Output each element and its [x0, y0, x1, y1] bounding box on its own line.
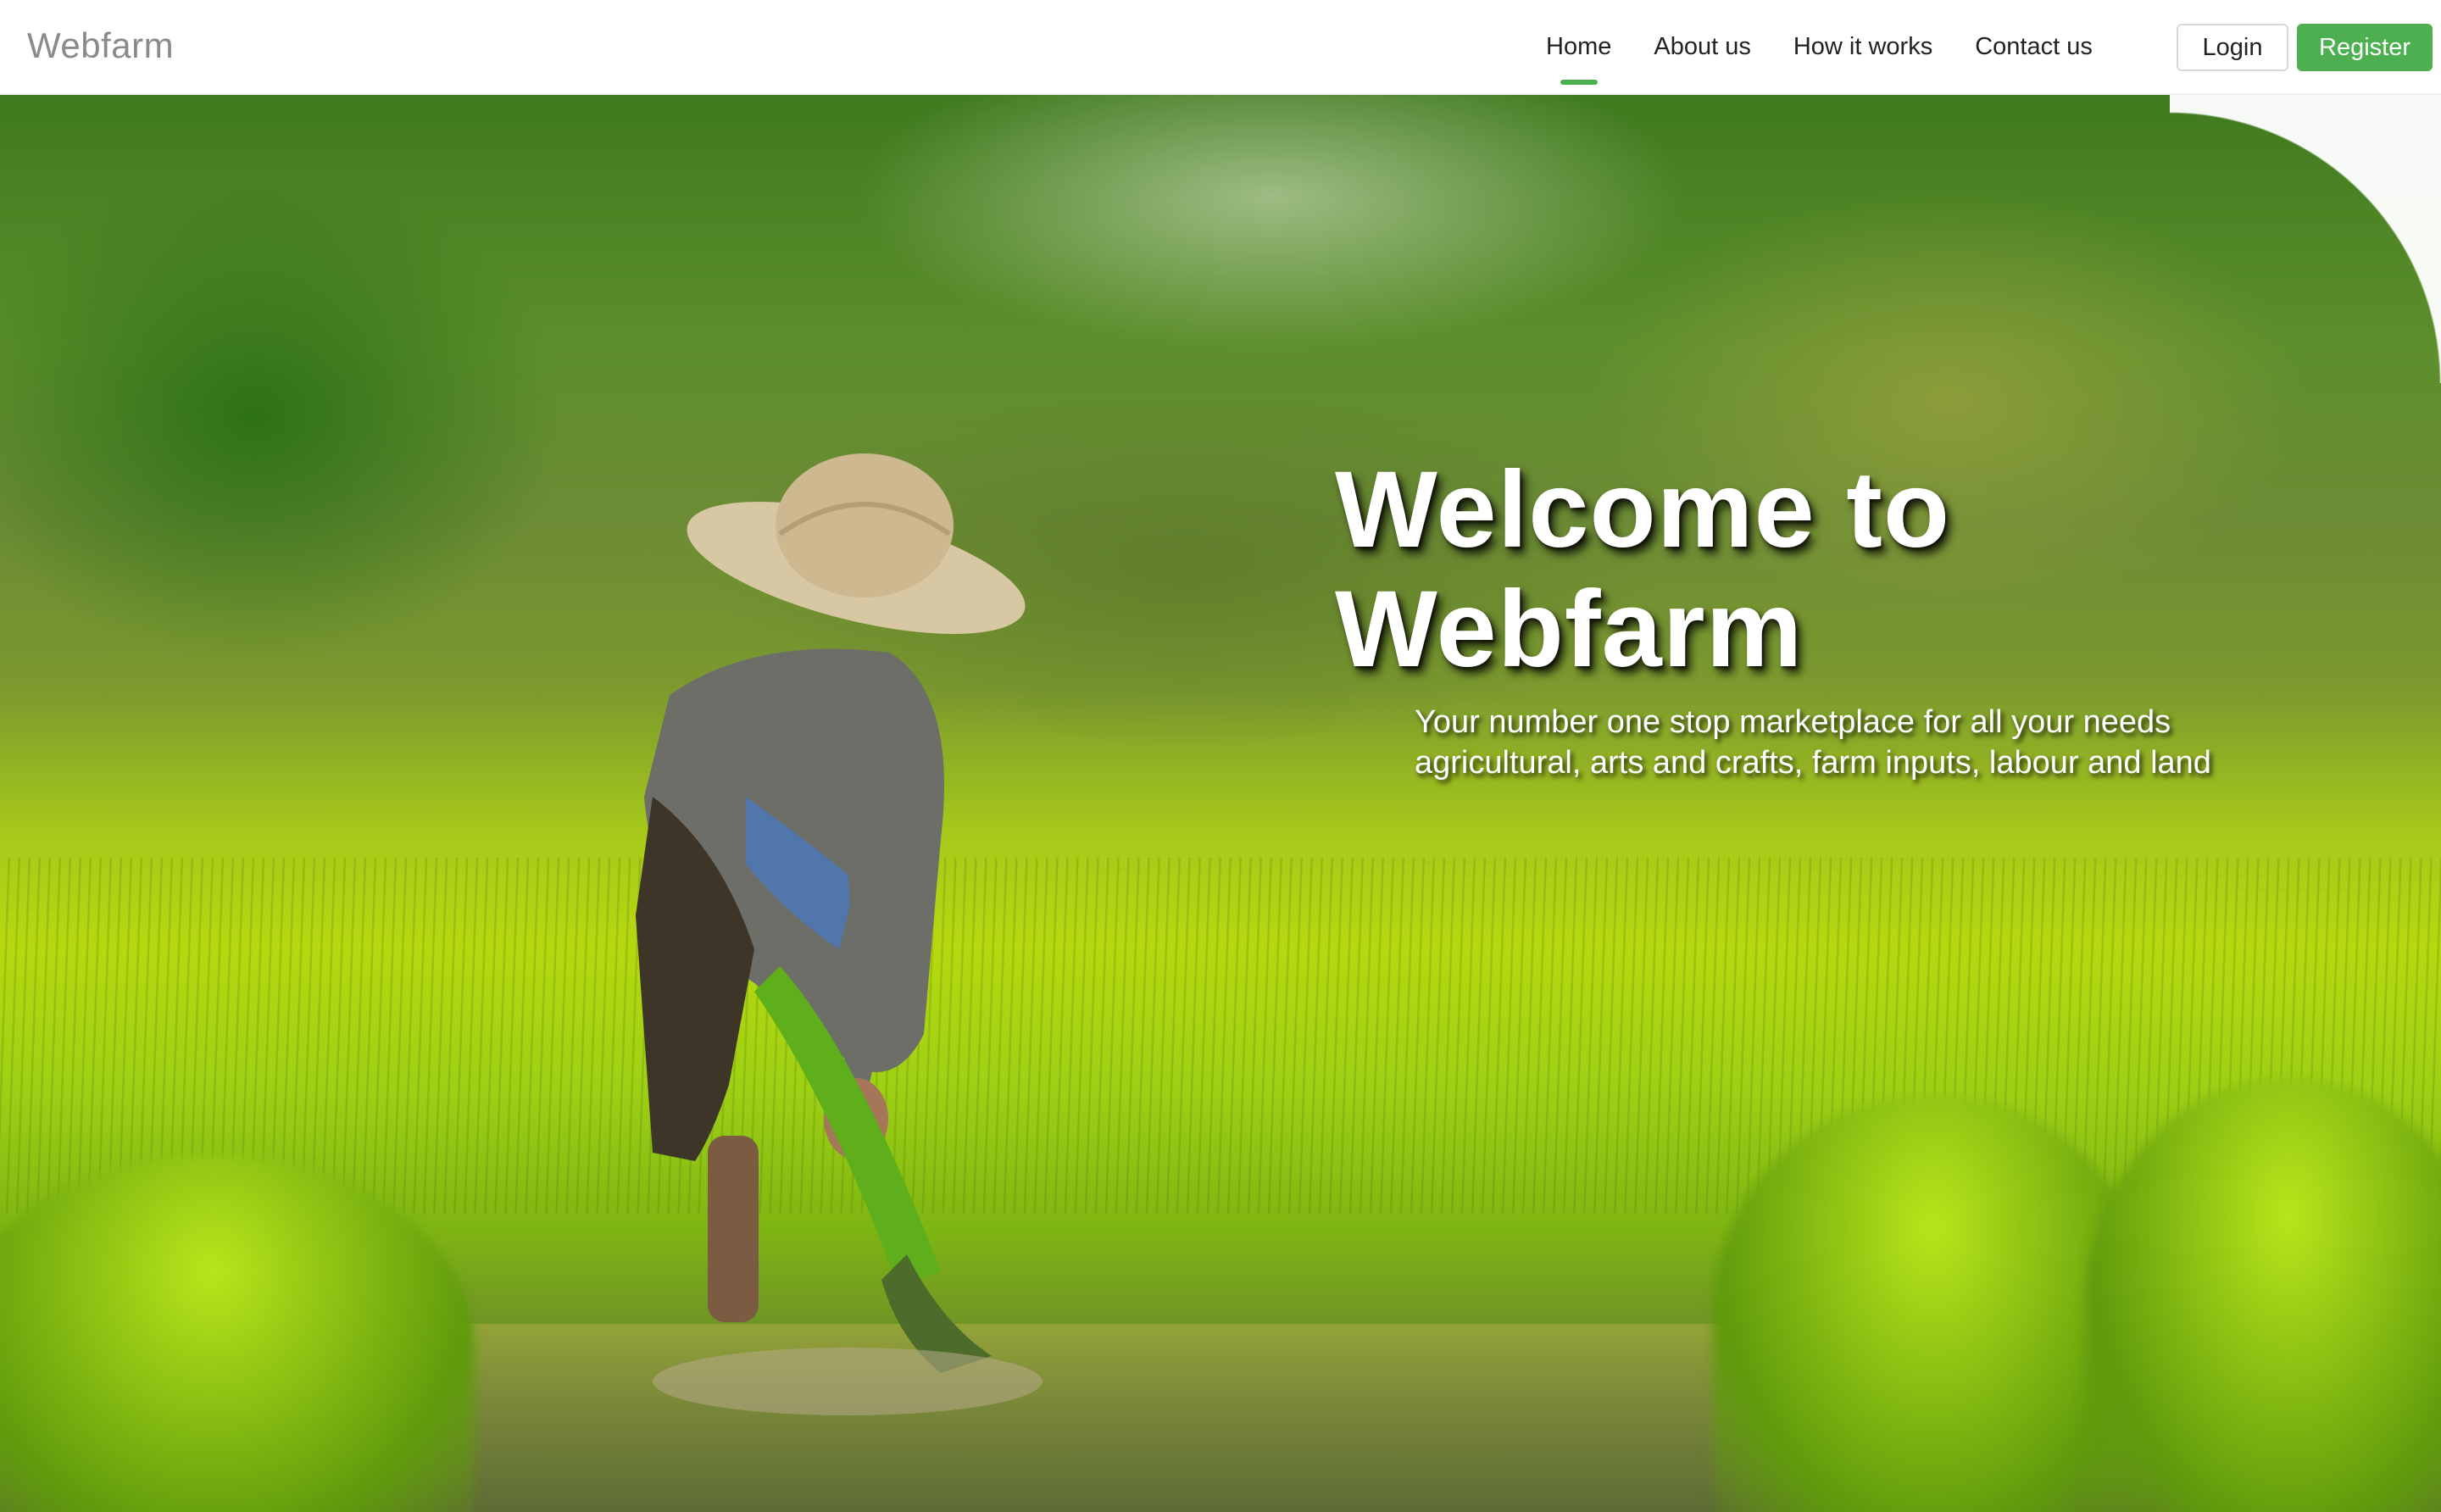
hero-corner-curve [2170, 95, 2441, 383]
hero-text-block: Welcome to Webfarm Your number one stop … [1335, 449, 2437, 783]
farmer-illustration [636, 453, 1043, 1415]
hero-subtitle-line-1: Your number one stop marketplace for all… [1415, 703, 2171, 740]
nav-home[interactable]: Home [1543, 26, 1615, 68]
brand-logo-link[interactable]: Webfarm [27, 25, 174, 66]
main-nav: Home About us How it works Contact us [1543, 0, 2132, 93]
nav-about-us[interactable]: About us [1650, 26, 1754, 68]
top-navbar: Webfarm Home About us How it works Conta… [0, 0, 2441, 95]
nav-how-it-works[interactable]: How it works [1790, 26, 1936, 68]
login-button[interactable]: Login [2177, 24, 2288, 71]
hero-subtitle-line-2: agricultural, arts and crafts, farm inpu… [1415, 744, 2211, 781]
hero-banner: Welcome to Webfarm Your number one stop … [0, 95, 2441, 1512]
hero-subtitle: Your number one stop marketplace for all… [1415, 702, 2347, 783]
hero-title: Welcome to Webfarm [1335, 449, 1950, 690]
register-button[interactable]: Register [2297, 24, 2433, 71]
nav-contact-us[interactable]: Contact us [1971, 26, 2096, 68]
